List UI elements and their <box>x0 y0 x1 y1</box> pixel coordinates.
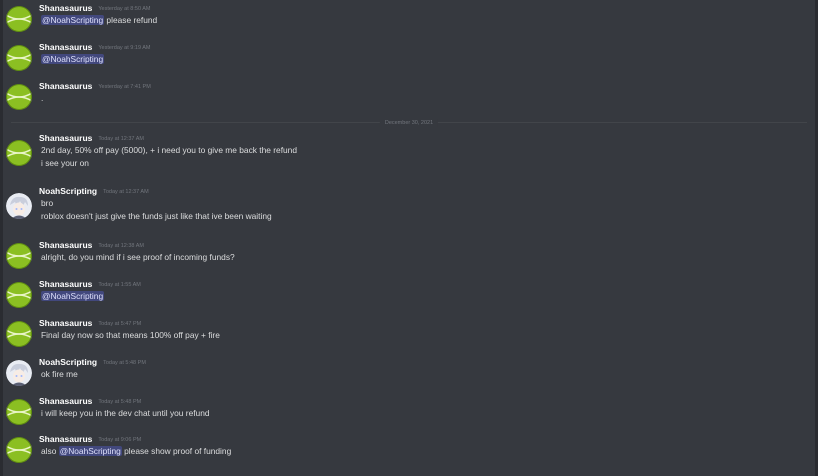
yellow-tennis-ball-avatar[interactable] <box>6 6 32 32</box>
message-text-content: alright, do you mind if i see proof of i… <box>41 252 235 262</box>
message-username[interactable]: NoahScripting Today at 12:37 AM <box>39 186 149 198</box>
username-label[interactable]: NoahScripting <box>39 186 97 196</box>
yellow-tennis-ball-avatar[interactable] <box>6 282 32 308</box>
chat-message: Shanasaurus Today at 5:47 PM Final day now… <box>3 318 815 354</box>
message-username[interactable]: Shanasaurus Yesterday at 8:50 AM <box>39 3 150 15</box>
user-mention[interactable]: @NoahScripting <box>41 15 105 25</box>
message-timestamp: Today at 1:55 AM <box>98 282 141 288</box>
message-username[interactable]: Shanasaurus Yesterday at 9:19 AM <box>39 42 150 54</box>
chat-message: Shanasaurus Yesterday at 7:41 PM. <box>3 81 815 117</box>
message-text-content: 2nd day, 50% off pay (5000), + i need yo… <box>41 145 297 155</box>
message-timestamp: Today at 12:37 AM <box>103 189 149 195</box>
user-mention[interactable]: @NoahScripting <box>41 291 105 301</box>
chat-message: Shanasaurus Yesterday at 9:19 AM @NoahScri… <box>3 42 815 78</box>
message-text: i will keep you in the dev chat until yo… <box>41 408 210 419</box>
yellow-tennis-ball-avatar[interactable] <box>6 437 32 463</box>
message-text-content: ok fire me <box>41 369 78 379</box>
username-label[interactable]: Shanasaurus <box>39 279 92 289</box>
yellow-tennis-ball-avatar[interactable] <box>6 140 32 166</box>
message-text: . <box>41 93 43 104</box>
message-timestamp: Today at 12:37 AM <box>98 136 144 142</box>
message-text: ok fire me <box>41 369 78 380</box>
yellow-tennis-ball-avatar[interactable] <box>6 84 32 110</box>
message-timestamp: Today at 9:06 PM <box>98 437 142 443</box>
username-label[interactable]: Shanasaurus <box>39 396 92 406</box>
yellow-tennis-ball-avatar[interactable] <box>6 243 32 269</box>
message-username[interactable]: NoahScripting Today at 5:48 PM <box>39 357 146 369</box>
message-timestamp: Today at 5:48 PM <box>103 360 146 366</box>
message-timestamp: Today at 5:47 PM <box>98 321 142 327</box>
user-mention[interactable]: @NoahScripting <box>41 54 105 64</box>
chat-message: Shanasaurus Today at 1:55 AM @NoahScriptin… <box>3 279 815 315</box>
message-timestamp: Yesterday at 7:41 PM <box>98 84 151 90</box>
message-text: roblox doesn't just give the funds just … <box>41 211 272 222</box>
username-label[interactable]: Shanasaurus <box>39 434 92 444</box>
message-text-after-mention: please refund <box>104 15 158 25</box>
message-text: i see your on <box>41 158 89 169</box>
message-text: Final day now so that means 100% off pay… <box>41 330 220 341</box>
message-text-content: . <box>41 93 44 103</box>
chat-message: Shanasaurus Today at 12:38 AM alright, do … <box>3 240 815 276</box>
message-text: bro <box>41 198 53 209</box>
message-text-content: i will keep you in the dev chat until yo… <box>41 408 210 418</box>
message-text-content: Final day now so that means 100% off pay… <box>41 330 220 340</box>
message-text: @NoahScripting <box>41 291 105 302</box>
message-text: also @NoahScripting please show proof of… <box>41 446 231 457</box>
chat-message: NoahScripting Today at 12:37 AM bro roblox … <box>3 186 815 222</box>
yellow-tennis-ball-avatar[interactable] <box>6 399 32 425</box>
chat-message: Shanasaurus Today at 9:06 PM also @NoahScr… <box>3 434 815 470</box>
username-label[interactable]: Shanasaurus <box>39 133 92 143</box>
message-text-content: roblox doesn't just give the funds just … <box>41 211 272 221</box>
message-text-content: bro <box>41 198 54 208</box>
message-text: 2nd day, 50% off pay (5000), + i need yo… <box>41 145 297 156</box>
chat-message-list: December 30, 2021 Shanasaurus Yesterday a… <box>0 0 818 476</box>
message-text: @NoahScripting <box>41 54 105 65</box>
username-label[interactable]: Shanasaurus <box>39 240 92 250</box>
message-username[interactable]: Shanasaurus Today at 1:55 AM <box>39 279 141 291</box>
message-timestamp: Yesterday at 9:19 AM <box>98 45 151 51</box>
message-text-after-mention: please show proof of funding <box>121 446 232 456</box>
anime-character-avatar[interactable] <box>6 360 32 386</box>
chat-message: Shanasaurus Today at 12:37 AM 2nd day, 50%… <box>3 133 815 169</box>
message-text-content: i see your on <box>41 158 89 168</box>
date-divider: December 30, 2021 <box>11 119 807 127</box>
message-username[interactable]: Shanasaurus Today at 12:37 AM <box>39 133 144 145</box>
message-timestamp: Yesterday at 8:50 AM <box>98 6 151 12</box>
message-username[interactable]: Shanasaurus Today at 9:06 PM <box>39 434 141 446</box>
user-mention[interactable]: @NoahScripting <box>58 446 122 456</box>
username-label[interactable]: NoahScripting <box>39 357 97 367</box>
message-text-before-mention: also <box>41 446 59 456</box>
message-username[interactable]: Shanasaurus Today at 5:47 PM <box>39 318 141 330</box>
username-label[interactable]: Shanasaurus <box>39 42 92 52</box>
yellow-tennis-ball-avatar[interactable] <box>6 321 32 347</box>
username-label[interactable]: Shanasaurus <box>39 3 92 13</box>
message-text: alright, do you mind if i see proof of i… <box>41 252 235 263</box>
message-timestamp: Today at 12:38 AM <box>98 243 144 249</box>
anime-character-avatar[interactable] <box>6 193 32 219</box>
chat-message: Shanasaurus Today at 5:48 PM i will keep y… <box>3 396 815 432</box>
message-text: @NoahScripting please refund <box>41 15 157 26</box>
message-username[interactable]: Shanasaurus Today at 12:38 AM <box>39 240 144 252</box>
message-timestamp: Today at 5:48 PM <box>98 399 142 405</box>
chat-message: NoahScripting Today at 5:48 PM ok fire me <box>3 357 815 393</box>
date-divider-label: December 30, 2021 <box>379 119 439 127</box>
username-label[interactable]: Shanasaurus <box>39 81 92 91</box>
chat-message: Shanasaurus Yesterday at 8:50 AM @NoahScri… <box>3 3 815 39</box>
yellow-tennis-ball-avatar[interactable] <box>6 45 32 71</box>
username-label[interactable]: Shanasaurus <box>39 318 92 328</box>
message-username[interactable]: Shanasaurus Today at 5:48 PM <box>39 396 141 408</box>
message-username[interactable]: Shanasaurus Yesterday at 7:41 PM <box>39 81 151 93</box>
